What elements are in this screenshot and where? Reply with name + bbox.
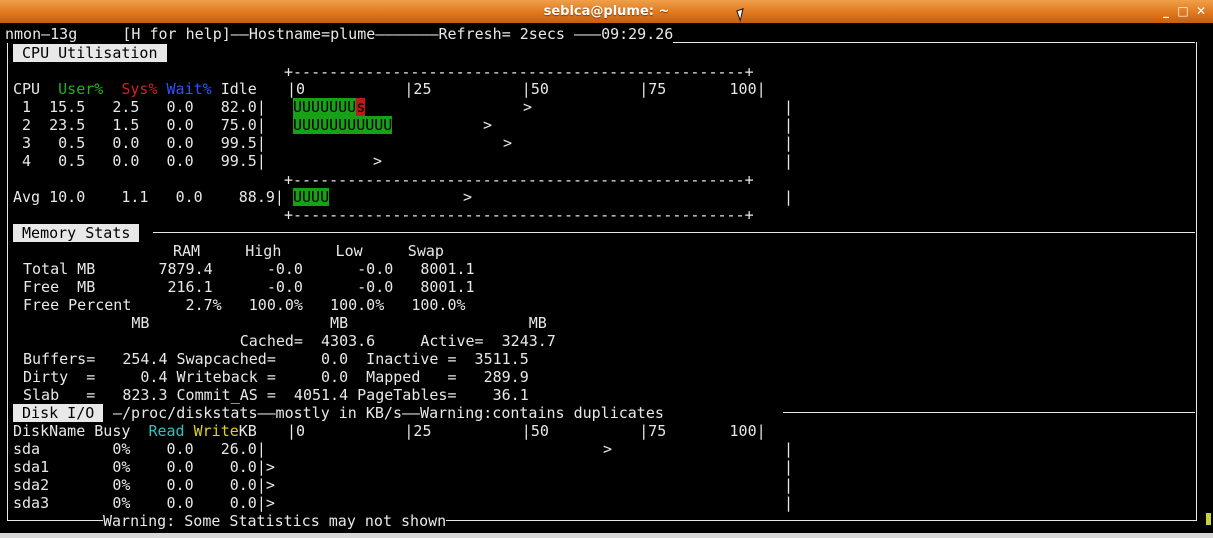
cpu-1-peak: >: [523, 98, 533, 116]
disk-rule: [783, 412, 1195, 413]
cpu-row: 1 15.5 2.5 0.0 82.0|: [13, 98, 266, 116]
disk-section-info: —/proc/diskstats——mostly in KB/s——Warnin…: [113, 404, 664, 422]
cpu-2-peak: >: [483, 116, 493, 134]
cpu-4-peak: >: [373, 152, 383, 170]
minimize-button[interactable]: _: [1159, 4, 1173, 18]
disk-row: sda3 0% 0.0 0.0|>: [13, 494, 275, 512]
memory-detail-row: Cached= 4303.6 Active= 3243.7: [23, 332, 556, 350]
memory-mb-header: MB MB MB: [23, 314, 547, 332]
clock: 09:29.26: [601, 25, 674, 43]
disk-scale: |0 |25 |50 |75 100|: [287, 422, 766, 440]
cpu-3-peak: >: [503, 134, 513, 152]
cpu-2-bar: UUUUUUUUUUU: [293, 116, 393, 134]
version: nmon—13g: [5, 25, 78, 43]
cpu-bar-rule-top: +---------------------------------------…: [284, 63, 754, 81]
disk-bar-right-edge: | | | |: [784, 440, 794, 512]
footer-warning: Warning: Some Statistics may not shown: [103, 512, 447, 530]
cpu-avg-row: Avg 10.0 1.1 0.0 88.9|: [13, 188, 284, 206]
maximize-button[interactable]: □: [1176, 4, 1190, 18]
memory-header: RAM High Low Swap: [173, 242, 444, 260]
memory-detail-row: Slab = 823.3 Commit_AS = 4051.4 PageTabl…: [23, 386, 529, 404]
memory-row-free: Free MB 216.1 -0.0 -0.0 8001.1: [23, 278, 475, 296]
window-bottom-edge: [0, 533, 1213, 538]
terminal-scrollbar[interactable]: [1199, 23, 1213, 533]
memory-section-header: Memory Stats: [13, 224, 140, 242]
cpu-avg-peak: >: [463, 188, 473, 206]
top-status-line: nmon—13g [H for help]——Hostname=plume———…: [5, 25, 674, 43]
cpu-1-bar: UUUUUUUs: [293, 98, 366, 116]
cpu-row: 2 23.5 1.5 0.0 75.0|: [13, 116, 266, 134]
cpu-avg-bar: UUUU: [293, 188, 330, 206]
memory-rule: [153, 232, 1195, 233]
scrollbar-thumb[interactable]: [1206, 513, 1211, 525]
memory-row-total: Total MB 7879.4 -0.0 -0.0 8001.1: [23, 260, 475, 278]
disk-row: sda2 0% 0.0 0.0|>: [13, 476, 275, 494]
memory-detail-row: Buffers= 254.4 Swapcached= 0.0 Inactive …: [23, 350, 529, 368]
help-hint: [H for help]: [122, 25, 231, 43]
terminal-area[interactable]: nmon—13g [H for help]——Hostname=plume———…: [0, 23, 1213, 533]
cpu-bar-right-edge: | | | | |: [784, 98, 794, 206]
refresh-rate: Refresh= 2secs: [438, 25, 565, 43]
memory-detail-row: Dirty = 0.4 Writeback = 0.0 Mapped = 289…: [23, 368, 529, 386]
cpu-bar-rule-bottom: +---------------------------------------…: [284, 206, 754, 224]
cpu-scale: |0 |25 |50 |75 100|: [287, 80, 766, 98]
disk-column-headers: DiskName Busy Read WriteKB: [13, 422, 257, 440]
cpu-row: 3 0.5 0.0 0.0 99.5|: [13, 134, 266, 152]
cpu-column-headers: CPU User% Sys% Wait% Idle: [13, 80, 257, 98]
window-title: seblca@plume: ~: [543, 4, 670, 19]
cpu-bar-rule-mid: +---------------------------------------…: [284, 171, 754, 189]
disk-row: sda 0% 0.0 26.0|: [13, 440, 266, 458]
cpu-section-header: CPU Utilisation: [13, 44, 167, 62]
window-titlebar[interactable]: seblca@plume: ~ _ □ ✕: [0, 0, 1213, 23]
hostname: Hostname=plume: [248, 25, 376, 43]
disk-row: sda1 0% 0.0 0.0|>: [13, 458, 275, 476]
memory-row-percent: Free Percent 2.7% 100.0% 100.0% 100.0%: [23, 296, 466, 314]
disk-sda-peak: >: [603, 440, 613, 458]
cpu-row: 4 0.5 0.0 0.0 99.5|: [13, 152, 266, 170]
close-button[interactable]: ✕: [1194, 4, 1208, 18]
disk-section-header: Disk I/O: [13, 404, 104, 422]
